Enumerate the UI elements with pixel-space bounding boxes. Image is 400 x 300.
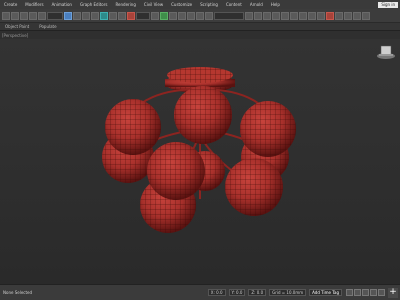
percent-snap-icon[interactable] xyxy=(187,11,195,20)
edit-named-selection-icon[interactable] xyxy=(205,11,213,20)
play-icon[interactable] xyxy=(362,289,369,296)
named-selection-dropdown[interactable] xyxy=(214,11,244,20)
menu-bar: Create Modifiers Animation Graph Editors… xyxy=(0,0,400,9)
ribbon-tabs: Object Paint Populate xyxy=(0,23,400,31)
sphere-top-left[interactable] xyxy=(105,99,161,155)
viewport-label[interactable]: [Perspective] xyxy=(2,33,28,38)
maximize-viewport-icon[interactable]: + xyxy=(388,287,398,298)
menu-item-content[interactable]: Content xyxy=(222,2,246,7)
go-to-start-icon[interactable] xyxy=(346,289,353,296)
unlink-icon[interactable] xyxy=(29,11,37,20)
menu-item-civil-view[interactable]: Civil View xyxy=(140,2,167,7)
menu-item-arnold[interactable]: Arnold xyxy=(246,2,267,7)
menu-item-rendering[interactable]: Rendering xyxy=(111,2,139,7)
main-toolbar xyxy=(0,9,400,23)
sphere-top-center[interactable] xyxy=(174,86,232,144)
status-bar: None Selected X: 0.0 Y: 0.0 Z: 0.0 Grid … xyxy=(0,284,400,300)
select-by-name-icon[interactable] xyxy=(73,11,81,20)
rotate-icon[interactable] xyxy=(109,11,117,20)
redo-icon[interactable] xyxy=(11,11,19,20)
render-icon[interactable] xyxy=(326,11,334,20)
curve-editor-icon[interactable] xyxy=(281,11,289,20)
render-setup-icon[interactable] xyxy=(308,11,316,20)
place-icon[interactable] xyxy=(127,11,135,20)
align-icon[interactable] xyxy=(254,11,262,20)
menu-item-customize[interactable]: Customize xyxy=(167,2,196,7)
pivot-icon[interactable] xyxy=(151,11,159,20)
region-select-icon[interactable] xyxy=(82,11,90,20)
menu-item-graph-editors[interactable]: Graph Editors xyxy=(76,2,111,7)
undo-icon[interactable] xyxy=(2,11,10,20)
sphere-front-center[interactable] xyxy=(147,142,205,200)
scene-explorer-icon[interactable] xyxy=(353,11,361,20)
angle-snap-icon[interactable] xyxy=(178,11,186,20)
grid-size-readout: Grid = 10.0mm xyxy=(269,289,307,296)
render-cloud-icon[interactable] xyxy=(335,11,343,20)
viewcube-icon[interactable] xyxy=(377,45,395,59)
schematic-view-icon[interactable] xyxy=(290,11,298,20)
sign-in-button[interactable]: Sign in xyxy=(378,1,398,8)
window-crossing-icon[interactable] xyxy=(91,11,99,20)
bind-icon[interactable] xyxy=(38,11,46,20)
viewport-scene xyxy=(102,45,395,233)
mirror-icon[interactable] xyxy=(245,11,253,20)
keyboard-shortcut-icon[interactable] xyxy=(160,11,168,20)
selection-filter-dropdown[interactable] xyxy=(47,11,63,20)
snap-icon[interactable] xyxy=(169,11,177,20)
go-to-end-icon[interactable] xyxy=(378,289,385,296)
menu-item-animation[interactable]: Animation xyxy=(48,2,76,7)
coordinate-readout: X: 0.0 Y: 0.0 Z: 0.0 Grid = 10.0mm Add T… xyxy=(207,289,342,296)
sphere-bottom-right[interactable] xyxy=(225,158,283,216)
menu-item-modifiers[interactable]: Modifiers xyxy=(21,2,47,7)
y-coordinate-field[interactable]: Y: 0.0 xyxy=(228,289,246,296)
add-time-tag-button[interactable]: Add Time Tag xyxy=(309,289,342,296)
extra-tool-icon[interactable] xyxy=(362,11,370,20)
selection-status: None Selected xyxy=(3,290,33,295)
menu-item-create[interactable]: Create xyxy=(0,2,21,7)
scale-icon[interactable] xyxy=(118,11,126,20)
tab-populate[interactable]: Populate xyxy=(34,24,61,29)
tab-object-paint[interactable]: Object Paint xyxy=(0,24,34,29)
sphere-top-right[interactable] xyxy=(240,101,296,157)
next-frame-icon[interactable] xyxy=(370,289,377,296)
ribbon-icon[interactable] xyxy=(272,11,280,20)
move-icon[interactable] xyxy=(100,11,108,20)
a360-icon[interactable] xyxy=(344,11,352,20)
material-editor-icon[interactable] xyxy=(299,11,307,20)
viewport-label-bar: [Perspective] xyxy=(0,31,400,39)
z-coordinate-field[interactable]: Z: 0.0 xyxy=(248,289,267,296)
previous-frame-icon[interactable] xyxy=(354,289,361,296)
perspective-viewport[interactable] xyxy=(0,39,400,284)
x-coordinate-field[interactable]: X: 0.0 xyxy=(207,289,226,296)
layers-icon[interactable] xyxy=(263,11,271,20)
playback-controls xyxy=(346,289,385,296)
rendered-frame-icon[interactable] xyxy=(317,11,325,20)
select-object-icon[interactable] xyxy=(64,11,72,20)
reference-coordinate-dropdown[interactable] xyxy=(136,11,150,20)
link-icon[interactable] xyxy=(20,11,28,20)
spinner-snap-icon[interactable] xyxy=(196,11,204,20)
menu-item-scripting[interactable]: Scripting xyxy=(196,2,222,7)
menu-item-help[interactable]: Help xyxy=(267,2,284,7)
